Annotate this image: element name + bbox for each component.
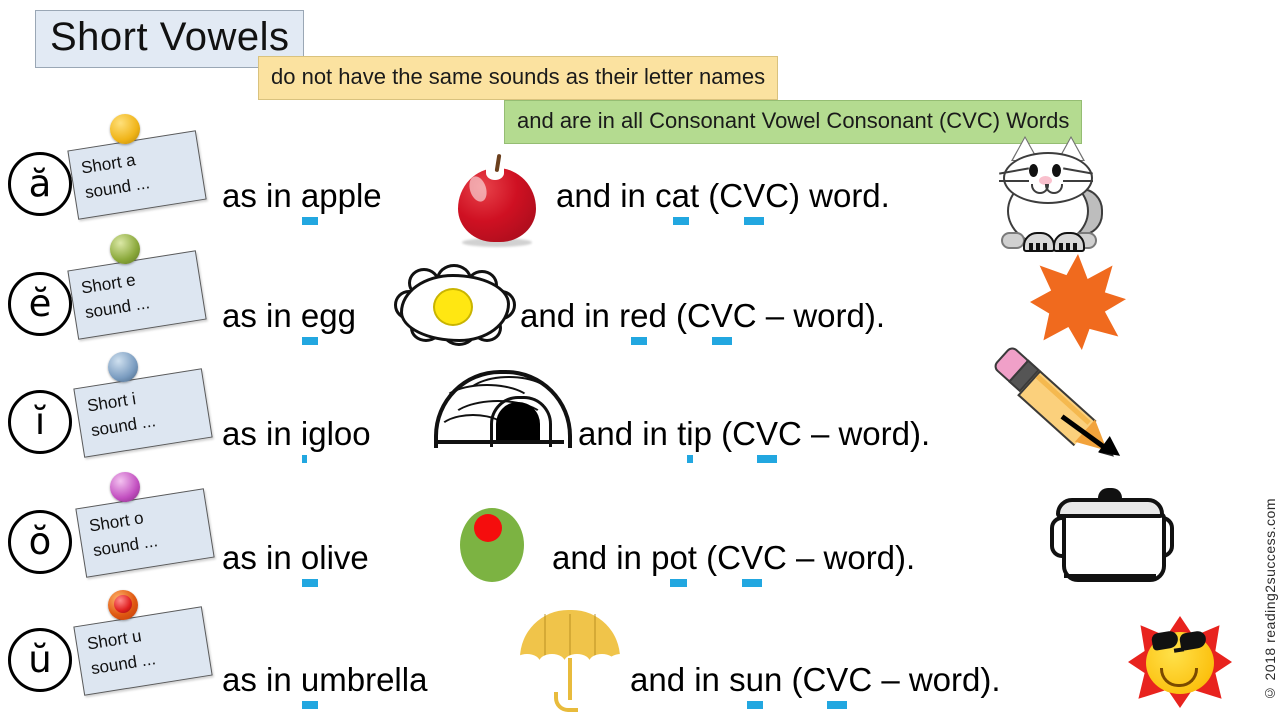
vowel-row-i: ĭ Short i sound ... as in igloo and in t…	[0, 344, 1280, 486]
example-sentence-right: and in tip (CVC – word).	[578, 415, 931, 463]
vowel-underline: u	[745, 661, 764, 709]
sticky-note: Short u sound ...	[73, 606, 213, 696]
starburst-image	[1030, 254, 1134, 358]
pushpin-icon	[108, 352, 138, 382]
vowel-row-o: ŏ Short o sound ... as in olive and in p…	[0, 472, 1280, 606]
vowel-underline: V	[743, 177, 766, 225]
igloo-image	[434, 370, 574, 454]
vowel-underline: V	[740, 539, 763, 587]
vowel-row-a: ă Short a sound ... as in apple and in c…	[0, 114, 1280, 252]
copyright-notice: © 2018 reading2success.com	[1262, 498, 1278, 702]
pushpin-icon	[110, 472, 140, 502]
sticky-note: Short a sound ...	[67, 130, 207, 220]
vowel-row-e: ĕ Short e sound ... as in egg and in red…	[0, 234, 1280, 368]
vowel-underline: o	[669, 539, 688, 587]
example-sentence-right: and in pot (CVC – word).	[552, 539, 916, 587]
vowel-underline: o	[300, 539, 320, 587]
vowel-underline: V	[755, 415, 778, 463]
banner-yellow: do not have the same sounds as their let…	[258, 56, 779, 100]
olive-image	[460, 508, 532, 588]
vowel-symbol-circle: ĭ	[8, 390, 72, 454]
example-sentence-right: and in sun (CVC – word).	[630, 661, 1001, 709]
sticky-note: Short e sound ...	[67, 250, 207, 340]
vowel-underline: e	[630, 297, 649, 345]
vowel-underline: a	[671, 177, 690, 225]
vowel-symbol-circle: ĕ	[8, 272, 72, 336]
example-sentence-left: as in umbrella	[222, 661, 428, 709]
pushpin-icon	[110, 114, 140, 144]
pushpin-center-icon	[114, 595, 132, 613]
sticky-note: Short i sound ...	[73, 368, 213, 458]
example-sentence-left: as in egg	[222, 297, 356, 345]
vowel-row-u: ŭ Short u sound ... as in umbrella and i…	[0, 590, 1280, 724]
vowel-underline: i	[300, 415, 309, 463]
egg-image	[394, 264, 516, 346]
vowel-underline: i	[686, 415, 694, 463]
pencil-image	[991, 344, 1138, 482]
example-sentence-right: and in red (CVC – word).	[520, 297, 886, 345]
example-sentence-left: as in igloo	[222, 415, 371, 463]
vowel-underline: V	[826, 661, 849, 709]
example-sentence-left: as in apple	[222, 177, 382, 225]
vowel-underline: V	[710, 297, 733, 345]
example-sentence-right: and in cat (CVC) word.	[556, 177, 890, 225]
vowel-underline: a	[300, 177, 320, 225]
vowel-underline: u	[300, 661, 320, 709]
pot-image	[1050, 488, 1174, 588]
cat-image	[995, 136, 1107, 254]
example-sentence-left: as in olive	[222, 539, 369, 587]
sticky-note: Short o sound ...	[75, 488, 215, 578]
vowel-symbol-circle: ŏ	[8, 510, 72, 574]
apple-image	[452, 153, 544, 250]
umbrella-image	[514, 610, 634, 712]
vowel-symbol-circle: ă	[8, 152, 72, 216]
pushpin-icon	[110, 234, 140, 264]
vowel-symbol-circle: ŭ	[8, 628, 72, 692]
vowel-underline: e	[300, 297, 320, 345]
sun-image	[1128, 616, 1240, 716]
slide-canvas: Short Vowels do not have the same sounds…	[0, 0, 1280, 720]
